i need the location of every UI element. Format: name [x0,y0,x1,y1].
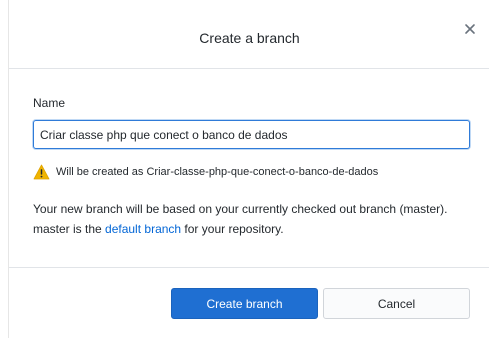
create-branch-dialog: Create a branch Name Will be created as … [8,0,489,338]
default-branch-link[interactable]: default branch [105,222,181,236]
warning-text: Will be created as Criar-classe-php-que-… [56,166,379,178]
dialog-title: Create a branch [199,30,300,46]
dialog-header: Create a branch [9,0,489,69]
branch-description: Your new branch will be based on your cu… [33,199,473,239]
close-icon [465,24,475,34]
dialog-footer: Create branch Cancel [9,268,489,338]
create-branch-button[interactable]: Create branch [171,288,318,319]
close-button[interactable] [461,20,479,38]
cancel-button[interactable]: Cancel [323,288,470,319]
description-text-end: for your repository. [181,222,284,236]
branch-name-input[interactable] [33,120,470,149]
name-label: Name [33,96,66,110]
warning-icon [33,164,50,180]
dialog-body: Name Will be created as Criar-classe-php… [9,69,489,268]
warning-message: Will be created as Criar-classe-php-que-… [33,164,378,180]
